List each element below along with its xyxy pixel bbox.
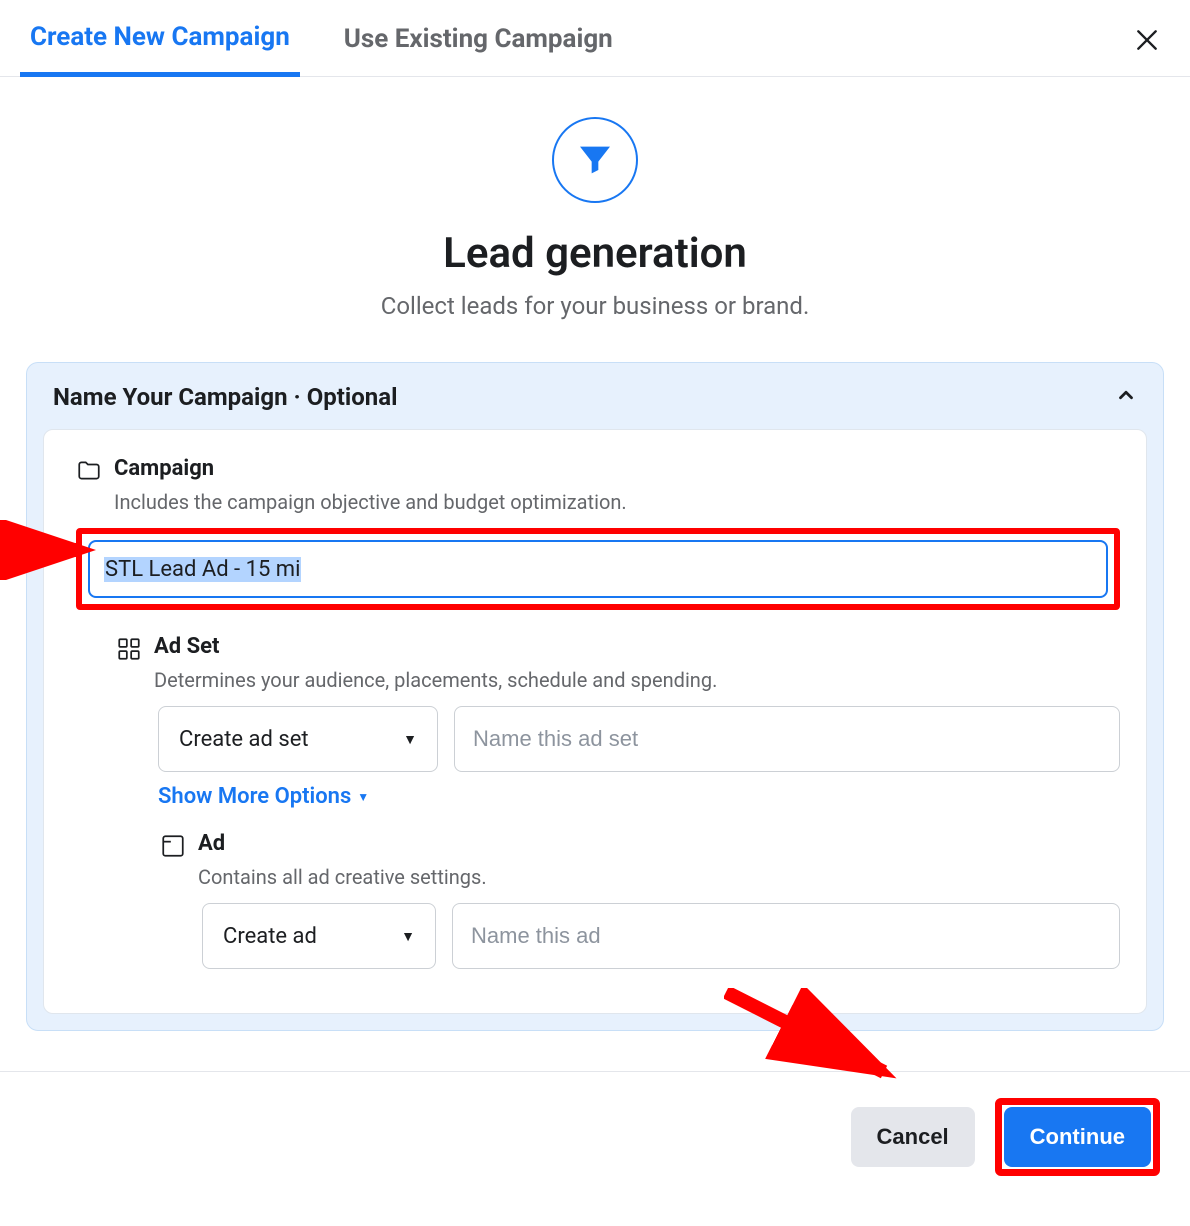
campaign-group: Campaign Includes the campaign objective… [70,456,1120,610]
show-more-options-link[interactable]: Show More Options ▼ [158,784,369,809]
adset-select[interactable]: Create ad set ▼ [158,706,438,772]
ad-icon [158,831,188,861]
funnel-icon [552,117,638,203]
campaign-label: Campaign [114,456,214,481]
annotation-highlight-box: Continue [995,1098,1160,1176]
adset-desc: Determines your audience, placements, sc… [154,668,1120,692]
adset-label: Ad Set [154,634,220,659]
grid-icon [114,634,144,664]
ad-name-input[interactable] [452,903,1120,969]
campaign-name-input[interactable]: STL Lead Ad - 15 mi [88,540,1108,598]
ad-desc: Contains all ad creative settings. [198,865,1120,889]
folder-icon [74,456,104,486]
annotation-highlight-box: STL Lead Ad - 15 mi [76,528,1120,610]
caret-down-icon: ▼ [357,790,369,804]
modal-tabs: Create New Campaign Use Existing Campaig… [0,0,1190,77]
modal-footer: Cancel Continue [0,1071,1190,1202]
campaign-desc: Includes the campaign objective and budg… [114,490,1120,514]
objective-title: Lead generation [20,229,1170,278]
ad-label: Ad [198,831,225,856]
ad-group: Ad Contains all ad creative settings. Cr… [154,831,1120,969]
close-icon[interactable] [1124,17,1170,67]
objective-subtitle: Collect leads for your business or brand… [20,292,1170,320]
campaign-name-value: STL Lead Ad - 15 mi [104,557,301,582]
ad-select[interactable]: Create ad ▼ [202,903,436,969]
objective-hero: Lead generation Collect leads for your b… [0,77,1190,350]
continue-button[interactable]: Continue [1004,1107,1151,1167]
caret-down-icon: ▼ [403,731,417,748]
show-more-label: Show More Options [158,784,351,809]
name-campaign-section: Name Your Campaign · Optional Campaign I… [26,362,1164,1031]
chevron-up-icon [1115,384,1137,411]
ad-select-label: Create ad [223,924,317,949]
cancel-button[interactable]: Cancel [851,1107,975,1167]
adset-group: Ad Set Determines your audience, placeme… [110,634,1120,969]
adset-name-input[interactable] [454,706,1120,772]
section-header-label: Name Your Campaign · Optional [53,383,397,411]
tab-use-existing-campaign[interactable]: Use Existing Campaign [334,10,623,74]
section-header[interactable]: Name Your Campaign · Optional [27,363,1163,429]
caret-down-icon: ▼ [401,928,415,945]
tab-create-new-campaign[interactable]: Create New Campaign [20,8,300,77]
adset-select-label: Create ad set [179,727,309,752]
